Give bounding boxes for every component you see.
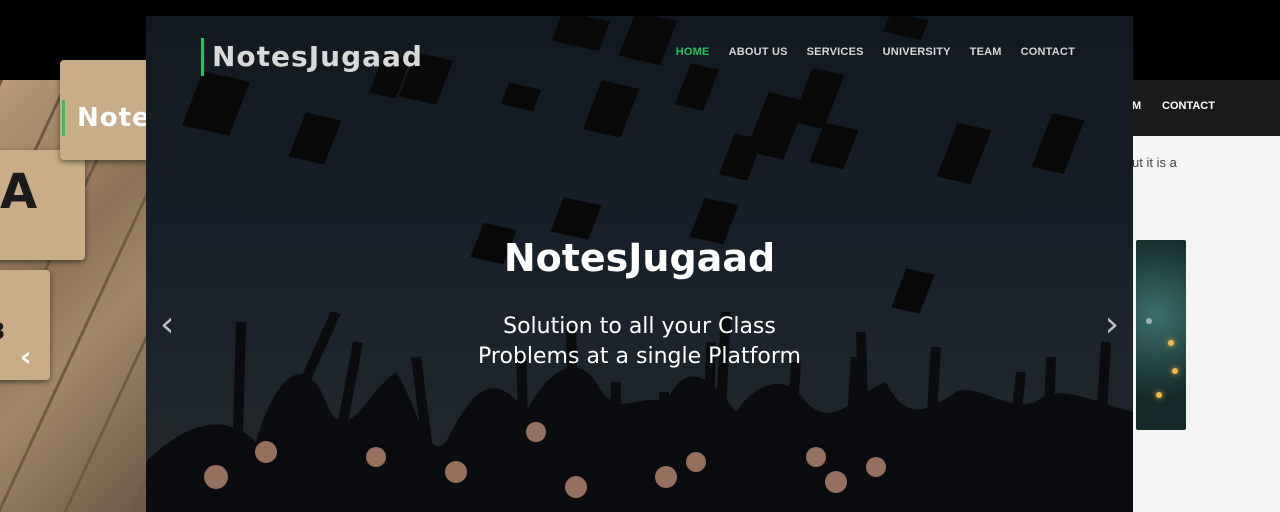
- site-logo[interactable]: NotesJugaad: [201, 38, 423, 76]
- tile-letter: 3: [0, 320, 5, 345]
- hero-tagline-line-2: Problems at a single Platform: [478, 344, 801, 369]
- nav-contact[interactable]: CONTACT: [1021, 46, 1075, 58]
- led-dot: [1156, 392, 1162, 398]
- carousel-next-chevron-right-icon[interactable]: ›: [1105, 304, 1119, 345]
- tile-letter: A: [0, 164, 38, 220]
- background-page-left: A 3: [0, 60, 150, 512]
- hero-title: NotesJugaad: [503, 236, 776, 280]
- nav-team[interactable]: TEAM: [970, 46, 1002, 58]
- graduation-cap-icon: [718, 133, 764, 181]
- background-left-arrow-icon: ‹: [20, 340, 32, 373]
- background-left-logo: Note: [62, 100, 151, 136]
- nav-about-us[interactable]: ABOUT US: [729, 46, 788, 58]
- graduation-cap-icon: [745, 92, 807, 160]
- hero-carousel: NotesJugaad HOME ABOUT US SERVICES UNIVE…: [146, 16, 1133, 512]
- led-dot: [1146, 318, 1152, 324]
- graduation-cap-icon: [809, 122, 859, 170]
- background-right-circuit-image: [1136, 240, 1186, 430]
- nav-university[interactable]: UNIVERSITY: [883, 46, 951, 58]
- graduation-cap-icon: [288, 112, 342, 165]
- background-right-nav-contact: CONTACT: [1162, 100, 1215, 112]
- letter-tile: A: [0, 150, 85, 260]
- carousel-prev-chevron-left-icon[interactable]: ‹: [160, 304, 174, 345]
- graduation-cap-icon: [1031, 113, 1085, 174]
- led-dot: [1168, 340, 1174, 346]
- graduation-cap-icon: [550, 197, 602, 240]
- site-navbar: NotesJugaad HOME ABOUT US SERVICES UNIVE…: [146, 16, 1133, 96]
- hero-tagline-line-1: Solution to all your Class: [503, 314, 776, 339]
- nav-services[interactable]: SERVICES: [807, 46, 864, 58]
- background-right-nav-fragment: M: [1132, 100, 1142, 112]
- nav-home[interactable]: HOME: [676, 46, 710, 58]
- main-menu: HOME ABOUT US SERVICES UNIVERSITY TEAM C…: [676, 46, 1075, 58]
- graduation-cap-icon: [936, 122, 992, 185]
- led-dot: [1172, 368, 1178, 374]
- hero-tagline: Solution to all your Class Problems at a…: [146, 312, 1133, 372]
- screenshot-stage: A 3 Note ‹ M CONTACT ut it is a: [0, 0, 1280, 512]
- background-right-text: ut it is a: [1132, 155, 1177, 170]
